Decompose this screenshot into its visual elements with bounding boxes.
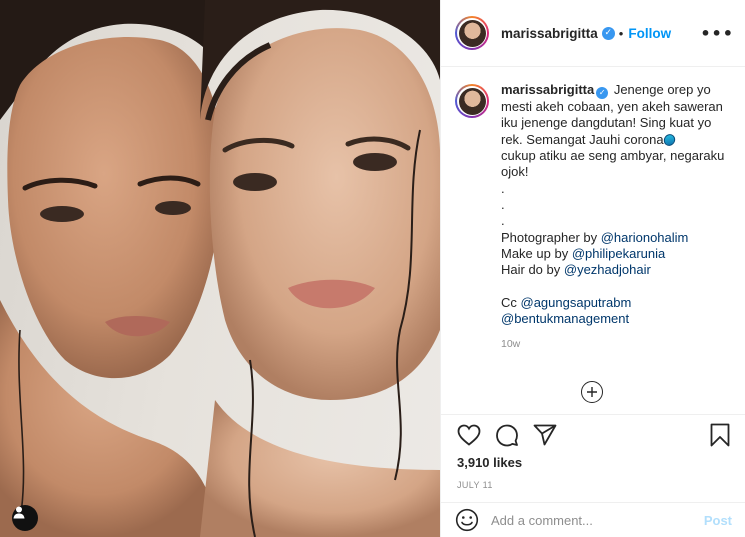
save-button[interactable] (710, 423, 730, 447)
caption-dot-1: . (501, 180, 505, 196)
share-button[interactable] (533, 424, 557, 446)
caption-dot-2: . (501, 196, 505, 212)
post-comment-button[interactable]: Post (704, 513, 732, 528)
post-photo-illustration (0, 0, 440, 537)
actions-area: 3,910 likes JULY 11 (441, 414, 745, 498)
comment-button[interactable] (495, 423, 519, 447)
mention-link[interactable]: @philipekarunia (572, 246, 665, 261)
smiley-icon (455, 508, 479, 532)
caption-line-2: mesti akeh cobaan, yen akeh saweran (501, 99, 723, 115)
comment-bubble-icon (496, 424, 518, 447)
verified-badge-icon: ✓ (596, 87, 609, 100)
mention-link[interactable]: @bentukmanagement (501, 311, 629, 326)
separator-dot: • (618, 25, 624, 41)
credit-hair: Hair do by @yezhadjohair (501, 262, 651, 278)
emoji-button[interactable] (455, 508, 479, 532)
caption-line-4: rek. Semangat Jauhi corona (501, 131, 732, 148)
cc-line-2: @bentukmanagement (501, 311, 732, 327)
caption-area: marissabrigitta ✓ Jenenge orep yo mesti a… (441, 68, 745, 414)
caption-line-3: iku jenenge dangdutan! Sing kuat yo (501, 115, 712, 131)
user-tag-icon (13, 506, 25, 519)
credit-photographer: Photographer by @harionohalim (501, 229, 689, 245)
post-header: marissabrigitta ✓ • Follow ••• (441, 0, 745, 67)
mention-link[interactable]: @harionohalim (601, 230, 689, 245)
caption-username[interactable]: marissabrigitta (501, 82, 594, 97)
header-username[interactable]: marissabrigitta (501, 26, 598, 41)
caption-body: Jenenge orep yo (613, 82, 711, 97)
caption-line-6: ojok! (501, 164, 529, 180)
cc-line-1: Cc @agungsaputrabm (501, 294, 632, 310)
post-date[interactable]: JULY 11 (457, 480, 730, 490)
post-side-panel: marissabrigitta ✓ • Follow ••• marissabr… (440, 0, 745, 537)
more-options-button[interactable]: ••• (700, 24, 734, 43)
post-photo[interactable] (0, 0, 440, 537)
heart-icon (457, 424, 481, 446)
like-button[interactable] (457, 424, 481, 446)
caption-line-1: marissabrigitta ✓ Jenenge orep yo (501, 82, 732, 100)
caption-avatar[interactable] (455, 84, 489, 118)
bookmark-icon (710, 423, 730, 447)
paper-plane-icon (533, 424, 557, 446)
follow-button[interactable]: Follow (628, 26, 671, 41)
load-more-comments-button[interactable] (581, 381, 603, 403)
plus-circle-icon (587, 387, 597, 397)
verified-badge-icon: ✓ (601, 26, 615, 40)
profile-avatar[interactable] (455, 16, 489, 50)
likes-count[interactable]: 3,910 likes (457, 455, 730, 470)
tag-button[interactable] (12, 505, 38, 531)
caption-dot-3: . (501, 213, 505, 229)
mention-link[interactable]: @yezhadjohair (564, 262, 651, 277)
credit-makeup: Make up by @philipekarunia (501, 245, 666, 261)
comment-box: Post (441, 502, 745, 537)
mention-link[interactable]: @agungsaputrabm (521, 295, 632, 310)
caption-time-ago[interactable]: 10w (501, 336, 732, 352)
caption-text: marissabrigitta ✓ Jenenge orep yo mesti a… (501, 82, 732, 353)
caption-line-5: cukup atiku ae seng ambyar, negaraku (501, 148, 725, 164)
comment-input[interactable] (491, 512, 704, 528)
